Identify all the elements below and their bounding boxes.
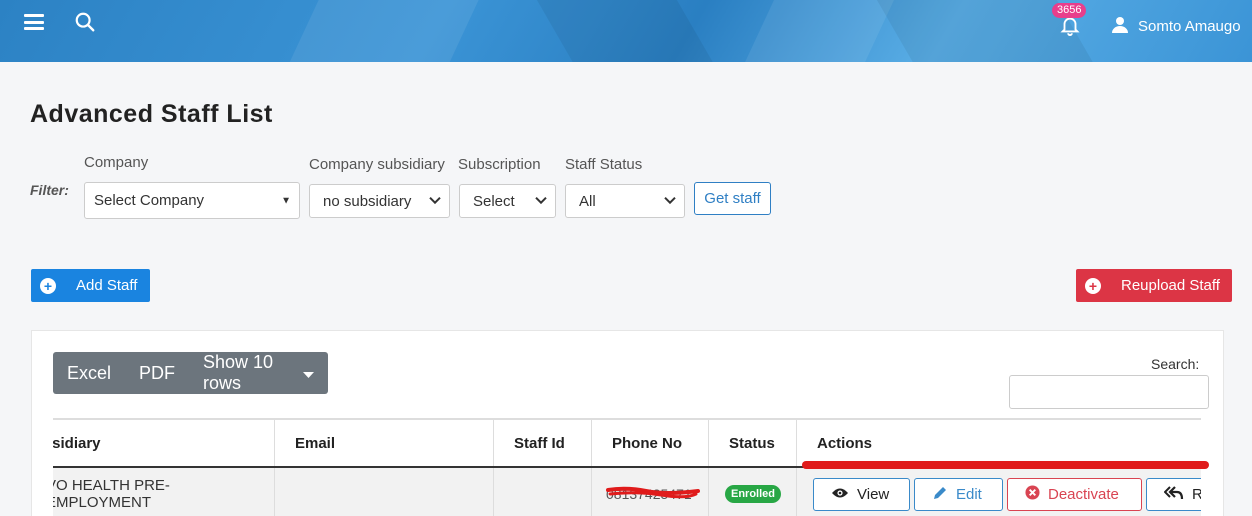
company-select-value: Select Company	[94, 192, 205, 209]
top-navbar: 3656 Somto Amaugo	[0, 0, 1252, 62]
red-scribble-annotation	[606, 486, 700, 499]
cell-email	[275, 468, 494, 516]
staff-status-label: Staff Status	[565, 156, 643, 173]
user-name: Somto Amaugo	[1138, 18, 1241, 35]
column-header-phone[interactable]: Phone No	[592, 420, 709, 466]
search-label: Search:	[1151, 356, 1200, 372]
notification-badge: 3656	[1052, 3, 1087, 18]
reply-label: R	[1192, 486, 1201, 503]
column-header-email[interactable]: Email	[275, 420, 494, 466]
view-label: View	[857, 486, 890, 503]
edit-button[interactable]: Edit	[914, 478, 1003, 511]
company-select[interactable]: Select Company ▼	[84, 182, 300, 219]
user-icon	[1112, 16, 1128, 37]
cell-subsidiary: VO HEALTH PRE-EMPLOYMENT	[53, 468, 275, 516]
chevron-down-icon	[535, 192, 547, 209]
table-search-input[interactable]	[1009, 375, 1209, 409]
eye-icon	[831, 486, 849, 503]
subsidiary-select-value: no subsidiary	[323, 192, 412, 210]
deactivate-label: Deactivate	[1048, 486, 1119, 503]
chevron-down-icon	[664, 192, 676, 209]
plus-circle-icon: +	[40, 277, 56, 294]
edit-label: Edit	[956, 486, 982, 503]
subscription-select[interactable]: Select	[459, 184, 556, 218]
chevron-down-icon	[429, 192, 441, 209]
show-rows-label: Show 10 rows	[203, 352, 274, 393]
caret-down-icon	[303, 363, 314, 384]
subscription-select-value: Select	[473, 192, 515, 210]
user-menu[interactable]: Somto Amaugo	[1112, 16, 1241, 37]
column-header-subsidiary[interactable]: osidiary	[53, 420, 275, 466]
excel-button[interactable]: Excel	[53, 352, 125, 394]
red-underline-annotation	[802, 461, 1209, 469]
menu-icon[interactable]	[24, 14, 44, 32]
show-rows-button[interactable]: Show 10 rows	[189, 352, 328, 394]
page-title: Advanced Staff List	[30, 100, 273, 128]
get-staff-button[interactable]: Get staff	[694, 182, 771, 215]
subsidiary-label: Company subsidiary	[309, 156, 445, 173]
reply-button[interactable]: R	[1146, 478, 1201, 511]
table-export-toolbar: Excel PDF Show 10 rows	[53, 352, 328, 394]
staff-status-select-value: All	[579, 192, 596, 210]
add-staff-button[interactable]: + Add Staff	[31, 269, 150, 302]
filter-label: Filter:	[30, 182, 69, 198]
cell-status: Enrolled	[709, 468, 797, 516]
column-header-staff-id[interactable]: Staff Id	[494, 420, 592, 466]
staff-status-select[interactable]: All	[565, 184, 685, 218]
plus-circle-icon: +	[1085, 277, 1101, 294]
company-label: Company	[84, 154, 149, 171]
caret-down-icon: ▼	[281, 195, 291, 206]
pdf-button[interactable]: PDF	[125, 352, 189, 394]
reply-all-icon	[1163, 485, 1184, 504]
subscription-label: Subscription	[458, 156, 541, 173]
column-header-actions: Actions	[817, 434, 873, 452]
view-button[interactable]: View	[813, 478, 910, 511]
status-badge: Enrolled	[725, 485, 782, 503]
reupload-staff-button[interactable]: + Reupload Staff	[1076, 269, 1232, 302]
deactivate-button[interactable]: Deactivate	[1007, 478, 1142, 511]
column-header-status[interactable]: Status	[709, 420, 797, 466]
pencil-icon	[932, 485, 948, 505]
subsidiary-select[interactable]: no subsidiary	[309, 184, 450, 218]
times-circle-icon	[1025, 485, 1040, 504]
reupload-staff-label: Reupload Staff	[1121, 277, 1220, 294]
add-staff-label: Add Staff	[76, 277, 138, 294]
search-icon[interactable]	[74, 11, 98, 35]
cell-staff-id	[494, 468, 592, 516]
